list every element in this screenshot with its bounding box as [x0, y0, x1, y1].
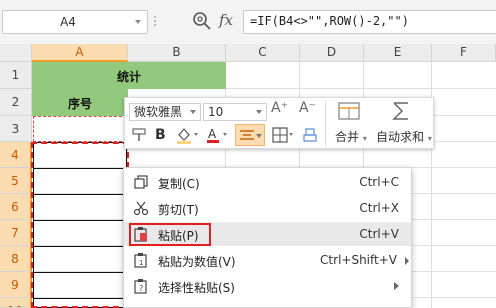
menu-item-paste[interactable]: 粘贴(P) Ctrl+V — [124, 222, 411, 246]
paste-values-icon: 1 — [134, 253, 147, 268]
column-header-f[interactable]: F — [432, 44, 496, 62]
chevron-down-icon — [190, 110, 196, 114]
font-color-icon[interactable]: A — [205, 126, 231, 144]
format-painter-icon[interactable] — [131, 127, 147, 143]
sum-icon[interactable] — [390, 100, 412, 122]
drag-handle-icon[interactable] — [152, 16, 158, 26]
column-header-b[interactable]: B — [128, 44, 226, 62]
column-header-e[interactable]: E — [364, 44, 432, 62]
chevron-down-icon[interactable] — [135, 20, 141, 24]
paste-annotation-box — [129, 223, 211, 246]
menu-item-shortcut: Ctrl+C — [359, 175, 399, 189]
chevron-right-icon — [405, 257, 409, 265]
row-header-7[interactable]: 7 — [0, 220, 32, 246]
chevron-down-icon — [256, 110, 262, 114]
align-center-button[interactable] — [235, 124, 265, 146]
svg-text:1: 1 — [139, 259, 143, 267]
row-header-5[interactable]: 5 — [0, 168, 32, 194]
fill-color-icon[interactable] — [175, 126, 201, 144]
svg-text:?: ? — [139, 284, 143, 293]
borders-icon[interactable] — [271, 126, 295, 144]
autosum-label: 自动求和 — [376, 130, 425, 144]
menu-item-label: 选择性粘贴(S) — [158, 281, 235, 295]
menu-item-label: 剪切(T) — [158, 203, 199, 217]
menu-item-label: 粘贴为数值(V) — [158, 255, 236, 269]
font-size-select[interactable]: 10 — [203, 103, 267, 121]
row-header-8[interactable]: 8 — [0, 246, 32, 272]
merge-icon[interactable] — [337, 101, 361, 121]
copy-marquee — [33, 116, 127, 142]
decrease-font-icon[interactable]: A⁻ — [299, 100, 316, 116]
menu-item-paste-special[interactable]: ? 选择性粘贴(S) — [124, 274, 411, 298]
align-center-icon — [240, 130, 254, 140]
row-header-3[interactable]: 3 — [0, 116, 32, 142]
font-name-select[interactable]: 微软雅黑 — [129, 103, 201, 121]
paste-special-icon: ? — [134, 279, 147, 294]
menu-item-shortcut: Ctrl+V — [359, 227, 399, 241]
name-box-value: A4 — [60, 15, 76, 29]
merge-label: 合并 — [335, 130, 360, 144]
menu-item-label: 复制(C) — [158, 177, 200, 191]
menu-item-shortcut: Ctrl+Shift+V — [320, 253, 397, 267]
font-size-value: 10 — [208, 105, 224, 119]
bold-button[interactable]: B — [155, 127, 166, 143]
menu-item-paste-values[interactable]: 1 粘贴为数值(V) Ctrl+Shift+V — [124, 248, 411, 272]
row-header-9[interactable]: 9 — [0, 272, 32, 298]
menu-item-cut[interactable]: 剪切(T) Ctrl+X — [124, 196, 411, 220]
svg-text:A: A — [208, 127, 217, 141]
autosum-button[interactable]: 自动求和 ▾ — [376, 128, 432, 145]
increase-font-icon[interactable]: A⁺ — [271, 100, 288, 116]
formula-bar: A4 fx =IF(B4<>"",ROW()-2,"") — [0, 0, 496, 44]
row-header-6[interactable]: 6 — [0, 194, 32, 220]
header-cell[interactable]: 序号 — [32, 95, 128, 112]
fx-icon[interactable]: fx — [219, 11, 233, 29]
title-cell[interactable]: 统计 — [32, 68, 226, 85]
chevron-right-icon — [394, 282, 399, 290]
row-header-1[interactable]: 1 — [0, 62, 32, 89]
column-header-a[interactable]: A — [32, 44, 128, 62]
zoom-formula-icon[interactable] — [191, 10, 213, 32]
formula-input[interactable]: =IF(B4<>"",ROW()-2,"") — [243, 10, 496, 34]
formula-text: =IF(B4<>"",ROW()-2,"") — [250, 14, 409, 28]
menu-item-shortcut: Ctrl+X — [359, 201, 399, 215]
context-menu: 复制(C) Ctrl+C 剪切(T) Ctrl+X 粘贴(P) Ctrl+V 1… — [123, 167, 412, 308]
font-name-value: 微软雅黑 — [134, 105, 183, 119]
clear-format-icon[interactable] — [301, 126, 319, 144]
select-all-corner[interactable] — [0, 44, 32, 62]
column-header-d[interactable]: D — [300, 44, 364, 62]
name-box[interactable]: A4 — [2, 10, 148, 34]
mini-format-toolbar: 微软雅黑 10 A⁺ A⁻ B A 合并 ▾ 自动求和 ▾ — [124, 97, 434, 149]
row-header-2[interactable]: 2 — [0, 89, 32, 116]
chevron-down-icon: ▾ — [427, 134, 432, 143]
scissors-icon — [133, 201, 149, 216]
row-header-4[interactable]: 4 — [0, 142, 32, 168]
selected-range-highlight — [31, 142, 129, 308]
row-header-10[interactable]: 10 — [0, 298, 32, 308]
copy-icon — [134, 175, 148, 189]
column-header-c[interactable]: C — [226, 44, 300, 62]
chevron-down-icon: ▾ — [362, 134, 367, 143]
merge-button[interactable]: 合并 ▾ — [335, 128, 367, 145]
menu-item-copy[interactable]: 复制(C) Ctrl+C — [124, 170, 411, 194]
